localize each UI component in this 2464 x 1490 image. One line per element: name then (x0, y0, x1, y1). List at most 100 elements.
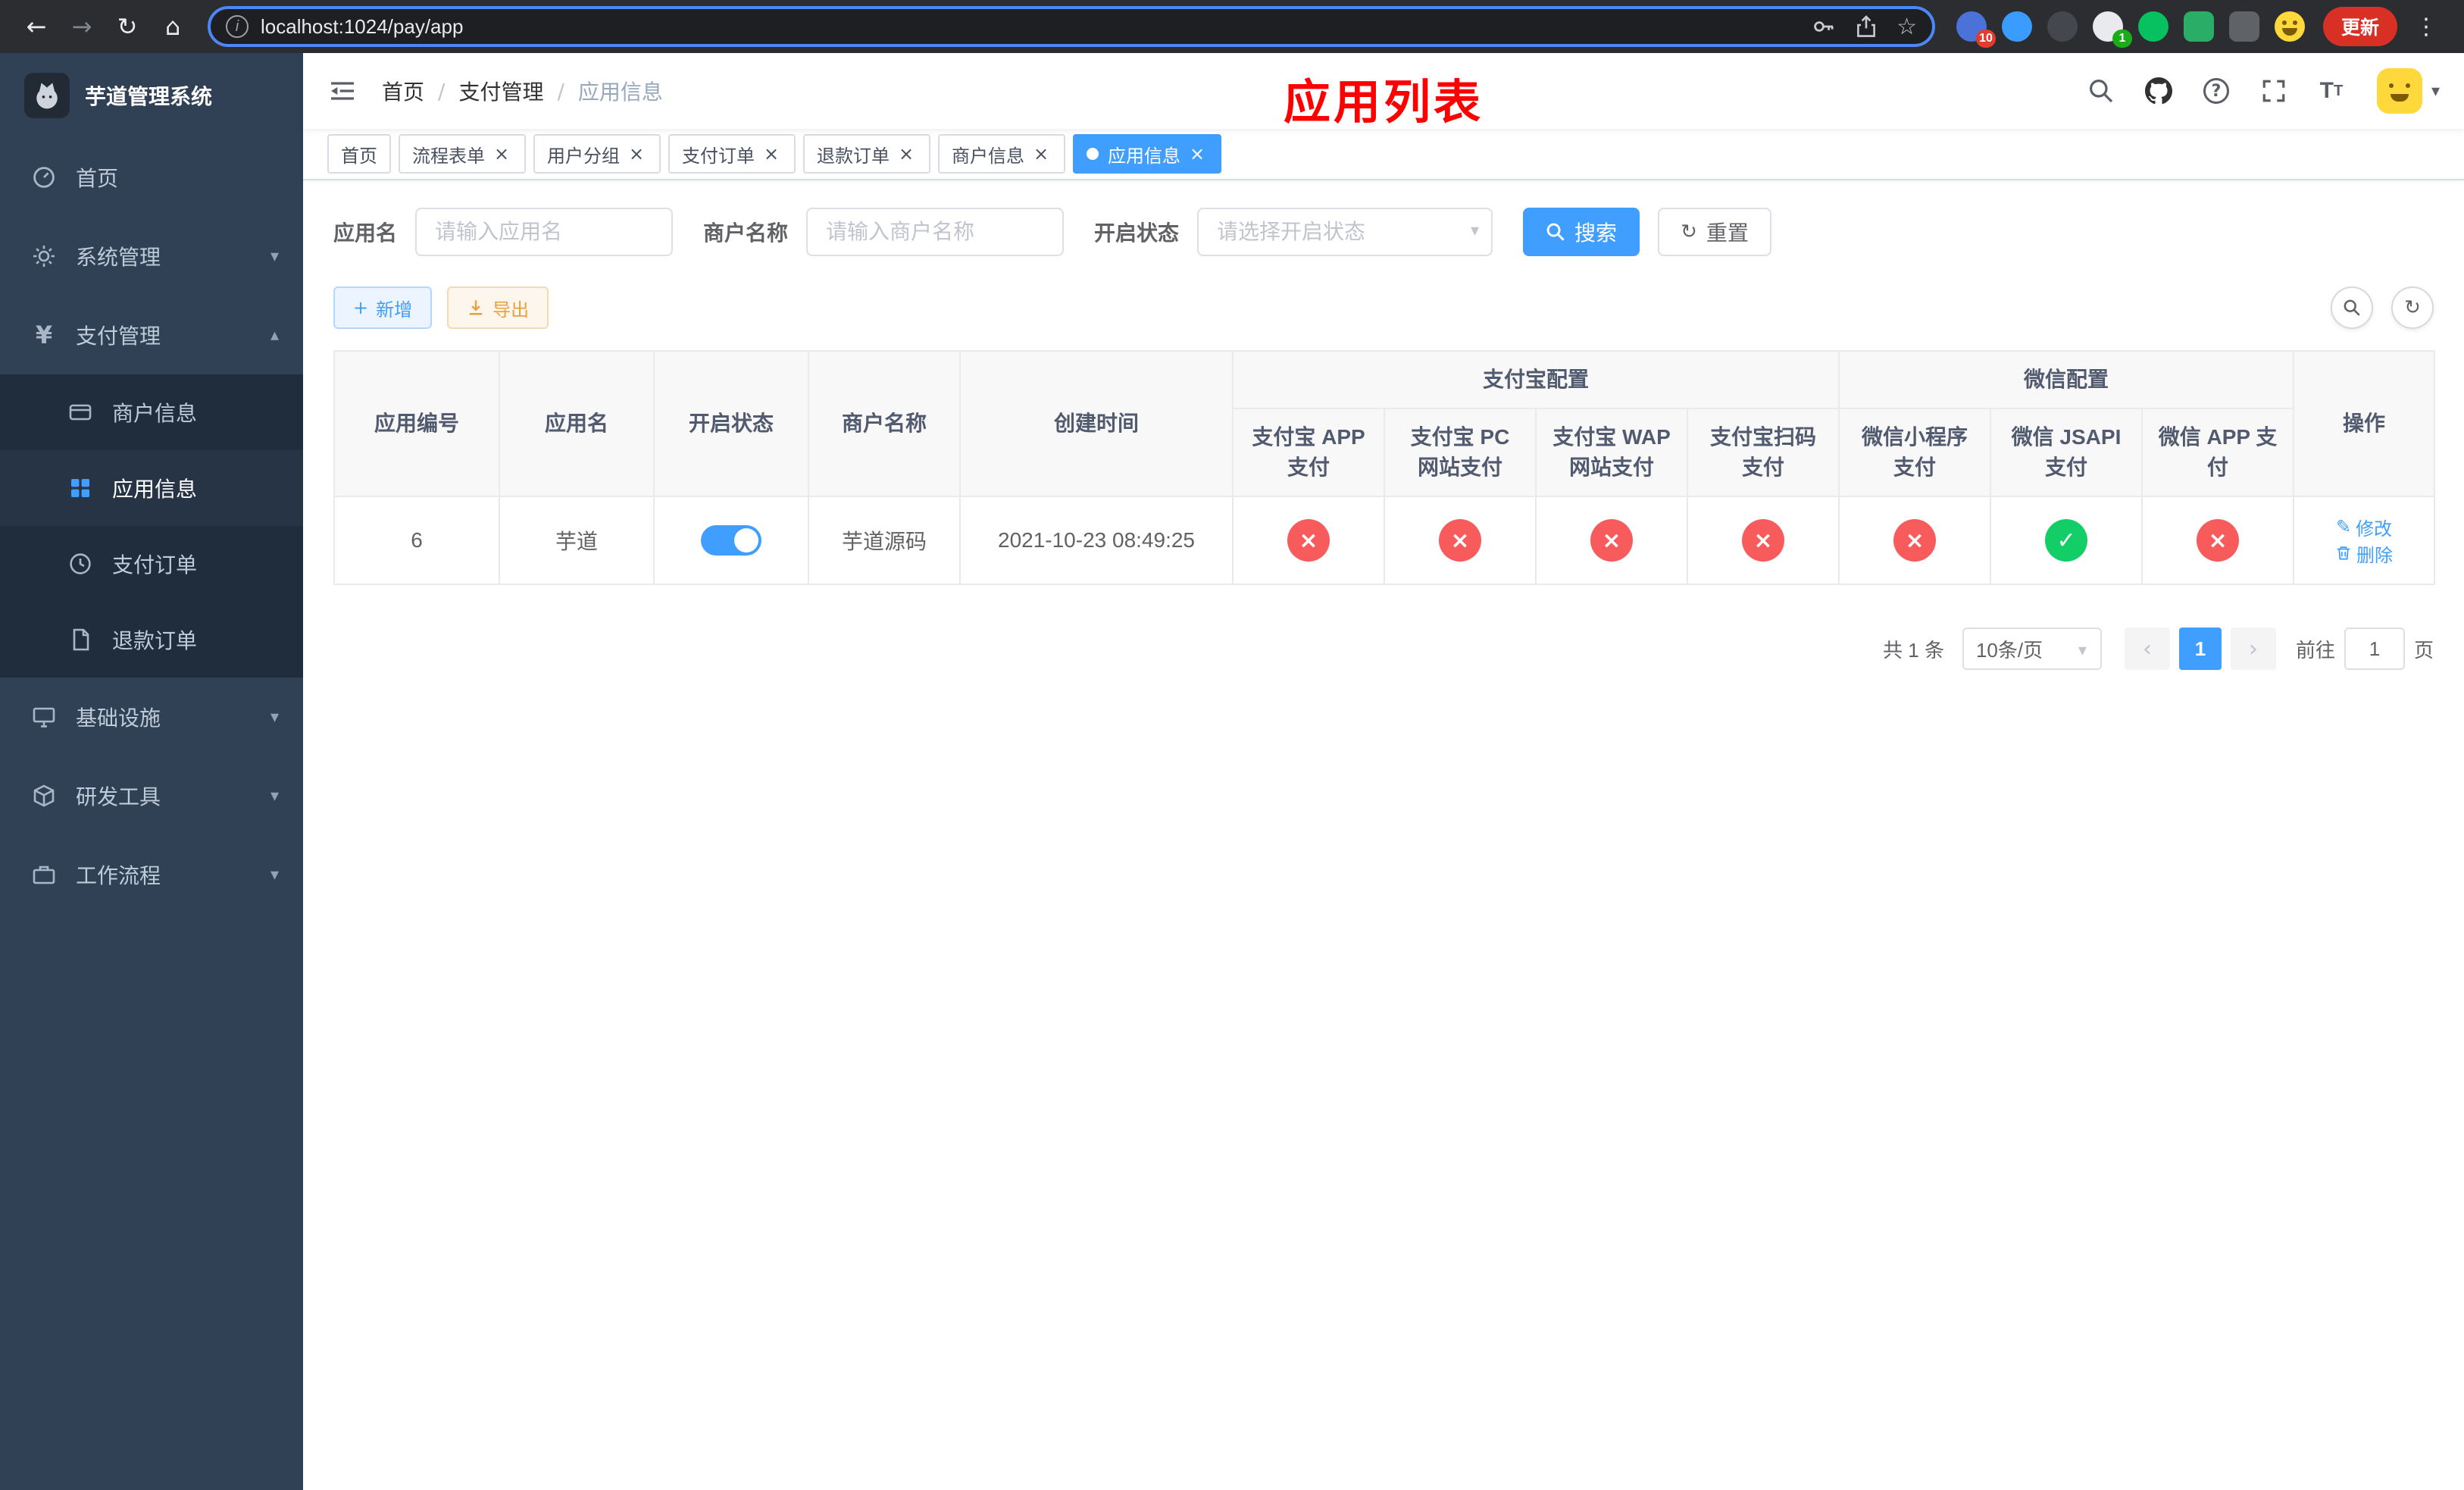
sidebar-item-label: 基础设施 (76, 706, 161, 730)
tab-process-form[interactable]: 流程表单 × (399, 134, 526, 174)
status-toggle[interactable] (701, 525, 761, 556)
sidebar-item-system[interactable]: 系统管理 ▾ (0, 217, 303, 296)
sidebar-item-workflow[interactable]: 工作流程 ▾ (0, 835, 303, 914)
breadcrumb-home[interactable]: 首页 (382, 76, 424, 106)
sidebar-item-refund-order[interactable]: 退款订单 (0, 602, 303, 678)
extension-icon-4[interactable]: 1 (2093, 11, 2132, 48)
browser-menu-icon[interactable]: ⋮ (2409, 14, 2443, 40)
sidebar-item-merchant-info[interactable]: 商户信息 (0, 374, 303, 450)
extension-icon-5[interactable] (2138, 11, 2169, 42)
clock-icon (67, 552, 94, 576)
sidebar-fold-icon[interactable] (327, 76, 358, 106)
key-icon[interactable] (1812, 14, 1836, 39)
user-avatar-menu[interactable]: ▾ (2376, 68, 2440, 114)
page-size-select[interactable]: 10条/页 ▾ (1962, 628, 2102, 670)
breadcrumb-pay[interactable]: 支付管理 (458, 76, 543, 106)
profile-avatar-icon[interactable] (2275, 11, 2305, 42)
extension-icon-3[interactable] (2047, 11, 2078, 42)
goto-label: 前往 (2295, 638, 2335, 662)
browser-forward-icon[interactable]: → (59, 4, 105, 49)
sidebar-item-label: 应用信息 (112, 477, 198, 501)
next-page-button[interactable]: › (2230, 628, 2276, 670)
table-row: 6 芋道 芋道源码 2021-10-23 08:49:25 × × × × × … (333, 496, 2436, 585)
chevron-up-icon: ▴ (270, 325, 279, 345)
search-icon[interactable] (2077, 67, 2125, 115)
sidebar-item-home[interactable]: 首页 (0, 138, 303, 217)
page-number-1[interactable]: 1 (2178, 628, 2222, 670)
sidebar-item-label: 商户信息 (112, 402, 198, 425)
toggle-search-button[interactable] (2331, 286, 2373, 329)
col-alipay-qr: 支付宝扫码支付 (1686, 408, 1840, 497)
tab-merchant-info[interactable]: 商户信息 × (938, 134, 1065, 174)
chevron-down-icon: ▾ (270, 707, 279, 727)
fullscreen-icon[interactable] (2250, 67, 2298, 115)
reset-button[interactable]: ↻ 重置 (1658, 208, 1771, 256)
app-name-input[interactable] (415, 208, 674, 256)
tab-user-group[interactable]: 用户分组 × (533, 134, 661, 174)
merchant-name-input[interactable] (806, 208, 1065, 256)
edit-icon: ✎ (2335, 516, 2352, 538)
help-icon[interactable]: ? (2192, 67, 2240, 115)
delete-button[interactable]: 删除 (2335, 540, 2393, 567)
sidebar-item-pay-order[interactable]: 支付订单 (0, 526, 303, 602)
browser-home-icon[interactable]: ⌂ (150, 4, 195, 49)
extension-icon-2[interactable] (2002, 11, 2032, 42)
tab-home[interactable]: 首页 (327, 134, 391, 174)
share-icon[interactable] (1854, 14, 1878, 39)
status-select[interactable] (1197, 208, 1493, 256)
font-size-icon[interactable]: TT (2307, 67, 2356, 115)
tab-app-info[interactable]: 应用信息 × (1073, 134, 1221, 174)
goto-page-input[interactable] (2344, 628, 2405, 670)
close-icon[interactable]: × (491, 143, 512, 164)
close-icon[interactable]: × (626, 143, 647, 164)
col-app-name: 应用名 (499, 350, 655, 497)
extension-pin-icon[interactable] (2229, 11, 2259, 42)
search-button[interactable]: 搜索 (1523, 208, 1640, 256)
browser-refresh-icon[interactable]: ↻ (105, 4, 150, 49)
extension-badge: 10 (1976, 30, 1996, 48)
app-logo[interactable]: 芋道管理系统 (0, 53, 303, 138)
sidebar-item-infrastructure[interactable]: 基础设施 ▾ (0, 678, 303, 756)
close-icon[interactable]: × (896, 143, 917, 164)
sidebar-item-devtools[interactable]: 研发工具 ▾ (0, 756, 303, 835)
info-icon[interactable]: i (226, 15, 249, 38)
close-icon[interactable]: × (1187, 143, 1208, 164)
edit-button[interactable]: ✎ 修改 (2336, 514, 2392, 540)
prev-page-button[interactable]: ‹ (2124, 628, 2170, 670)
wechat-app-status-icon: × (2197, 519, 2240, 562)
export-button[interactable]: 导出 (447, 286, 549, 329)
app-table: 应用编号 应用名 开启状态 商户名称 创建时间 支付宝配置 微信配置 操作 支付… (333, 350, 2436, 585)
sidebar-item-pay[interactable]: ¥ 支付管理 ▴ (0, 296, 303, 374)
add-button[interactable]: + 新增 (333, 286, 433, 329)
breadcrumb-current: 应用信息 (577, 80, 663, 104)
tab-pay-order[interactable]: 支付订单 × (668, 134, 796, 174)
github-icon[interactable] (2134, 67, 2183, 115)
tab-refund-order[interactable]: 退款订单 × (803, 134, 930, 174)
credit-card-icon (67, 400, 94, 424)
chevron-down-icon: ▾ (2431, 81, 2440, 101)
col-alipay-app: 支付宝 APP 支付 (1232, 408, 1385, 497)
bookmark-star-icon[interactable]: ☆ (1896, 14, 1917, 40)
extension-icon-6[interactable] (2184, 11, 2214, 42)
wechat-jsapi-status-icon: ✓ (2045, 519, 2088, 562)
merchant-name-label: 商户名称 (703, 221, 789, 245)
close-icon[interactable]: × (1030, 143, 1052, 164)
cell-app-name: 芋道 (499, 496, 655, 585)
close-icon[interactable]: × (761, 143, 782, 164)
extension-icon-1[interactable]: 10 (1956, 11, 1996, 48)
extensions-area: 10 1 (1956, 11, 2305, 48)
refresh-table-button[interactable]: ↻ (2391, 286, 2434, 329)
address-bar[interactable]: i localhost:1024/pay/app ☆ (208, 6, 1935, 47)
browser-update-button[interactable]: 更新 (2323, 7, 2398, 46)
col-group-wechat: 微信配置 (1838, 350, 2295, 409)
goto-suffix: 页 (2413, 638, 2434, 662)
url-text[interactable]: localhost:1024/pay/app (261, 15, 1812, 39)
sidebar-item-label: 工作流程 (76, 864, 161, 887)
gear-icon (30, 244, 58, 268)
browser-back-icon[interactable]: ← (14, 4, 59, 49)
chevron-down-icon: ▾ (270, 786, 279, 806)
sidebar-item-app-info[interactable]: 应用信息 (0, 450, 303, 526)
alipay-app-status-icon: × (1287, 519, 1330, 562)
status-label: 开启状态 (1094, 221, 1180, 245)
chevron-down-icon: ▾ (270, 865, 279, 884)
